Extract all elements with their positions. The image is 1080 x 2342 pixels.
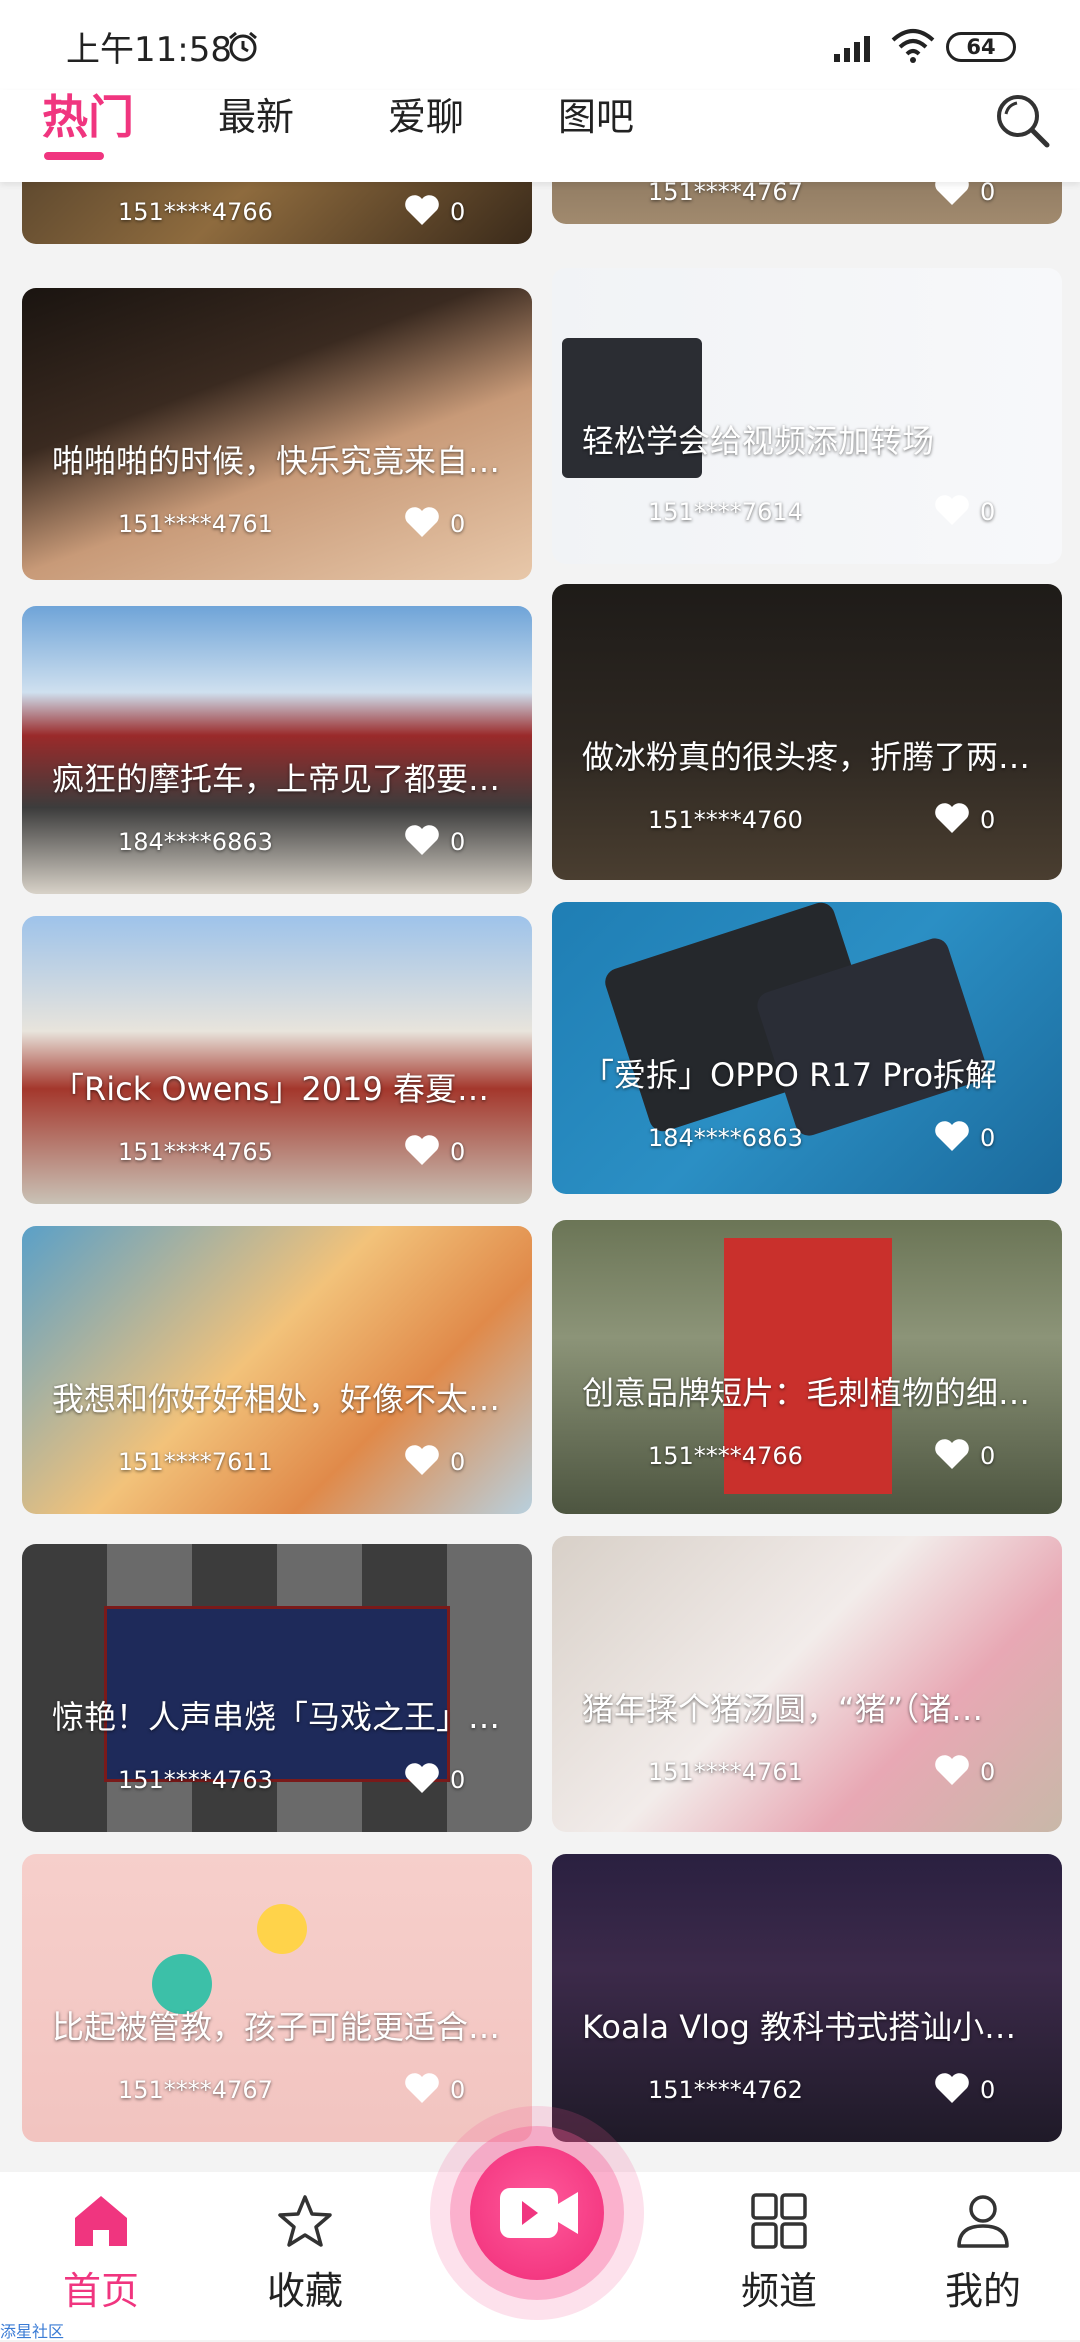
card-user: 151****4761 xyxy=(648,1758,803,1786)
nav-channels-label: 频道 xyxy=(740,2269,817,2313)
tab-chat[interactable]: 爱聊 xyxy=(388,90,464,144)
card-user: 184****6863 xyxy=(118,828,273,856)
card-user: 151****4766 xyxy=(118,198,273,226)
video-card[interactable]: 我想和你好好相处，好像不太… 151****7611 0 xyxy=(22,1226,532,1514)
battery-indicator: 64 xyxy=(946,32,1016,62)
card-user: 151****4765 xyxy=(118,1138,273,1166)
card-likes: 0 xyxy=(980,806,996,834)
heart-icon[interactable] xyxy=(934,182,970,206)
video-card[interactable]: 比起被管教，孩子可能更适合… 151****4767 0 xyxy=(22,1854,532,2142)
card-user: 151****4763 xyxy=(118,1766,273,1794)
nav-favorites[interactable]: 收藏 xyxy=(230,2192,380,2315)
heart-icon[interactable] xyxy=(404,824,440,856)
video-card[interactable]: 「Rick Owens」2019 春夏时装… 151****4765 0 xyxy=(22,916,532,1204)
card-title: 「Rick Owens」2019 春夏时装… xyxy=(52,1070,514,1108)
card-user: 184****6863 xyxy=(648,1124,803,1152)
video-card[interactable]: 惊艳！人声串烧「马戏之王」… 151****4763 0 xyxy=(22,1544,532,1832)
card-title: 我想和你好好相处，好像不太… xyxy=(52,1380,501,1418)
card-user: 151****4767 xyxy=(118,2076,273,2104)
video-card[interactable]: Koala Vlog 教科书式搭讪小姐姐 151****4762 0 xyxy=(552,1854,1062,2142)
card-user: 151****4760 xyxy=(648,806,803,834)
video-card[interactable]: 轻松学会给视频添加转场 151****7614 0 xyxy=(552,268,1062,564)
search-icon[interactable] xyxy=(992,90,1052,150)
video-feed: 151****4766 0 151****4767 0 啪啪啪的时候，快乐究竟来… xyxy=(0,182,1080,2172)
watermark: 添星社区 xyxy=(0,2322,65,2341)
heart-icon[interactable] xyxy=(934,1438,970,1470)
heart-icon[interactable] xyxy=(934,494,970,526)
card-title: 猪年揉个猪汤圆，“猪”（诸… xyxy=(582,1690,984,1728)
card-likes: 0 xyxy=(980,182,996,206)
card-user: 151****4762 xyxy=(648,2076,803,2104)
heart-icon[interactable] xyxy=(934,1754,970,1786)
heart-icon[interactable] xyxy=(404,1762,440,1794)
card-user: 151****7611 xyxy=(118,1448,273,1476)
card-likes: 0 xyxy=(450,2076,466,2104)
alarm-icon xyxy=(229,31,257,62)
active-tab-indicator xyxy=(44,152,104,160)
heart-icon[interactable] xyxy=(934,2072,970,2104)
decor-circle xyxy=(257,1904,307,1954)
card-title: 比起被管教，孩子可能更适合… xyxy=(52,2008,501,2046)
card-title: Koala Vlog 教科书式搭讪小姐姐 xyxy=(582,2008,1044,2046)
video-card[interactable]: 疯狂的摩托车，上帝见了都要… 184****6863 0 xyxy=(22,606,532,894)
card-likes: 0 xyxy=(980,1758,996,1786)
video-card[interactable]: 猪年揉个猪汤圆，“猪”（诸… 151****4761 0 xyxy=(552,1536,1062,1832)
card-user: 151****4761 xyxy=(118,510,273,538)
home-icon xyxy=(75,2196,127,2246)
nav-profile-label: 我的 xyxy=(944,2269,1021,2313)
nav-home-label: 首页 xyxy=(62,2269,139,2313)
card-likes: 0 xyxy=(450,828,466,856)
heart-icon[interactable] xyxy=(934,1120,970,1152)
heart-icon[interactable] xyxy=(404,2072,440,2104)
card-likes: 0 xyxy=(450,1138,466,1166)
heart-icon[interactable] xyxy=(404,506,440,538)
card-title: 惊艳！人声串烧「马戏之王」… xyxy=(52,1698,501,1736)
video-camera-icon xyxy=(500,2188,578,2238)
heart-icon[interactable] xyxy=(404,1134,440,1166)
card-likes: 0 xyxy=(980,1124,996,1152)
card-user: 151****7614 xyxy=(648,498,803,526)
video-card[interactable]: 创意品牌短片：毛刺植物的细… 151****4766 0 xyxy=(552,1220,1062,1514)
star-icon xyxy=(278,2195,332,2247)
heart-icon[interactable] xyxy=(404,194,440,226)
tab-gallery[interactable]: 图吧 xyxy=(558,90,634,144)
signal-icon xyxy=(834,36,870,62)
card-user: 151****4766 xyxy=(648,1442,803,1470)
record-button-core xyxy=(470,2146,604,2280)
nav-home[interactable]: 首页 xyxy=(26,2192,176,2315)
card-likes: 0 xyxy=(450,1766,466,1794)
video-card[interactable]: 啪啪啪的时候，快乐究竟来自… 151****4761 0 xyxy=(22,288,532,580)
heart-icon[interactable] xyxy=(404,1444,440,1476)
top-tab-bar: 热门 最新 爱聊 图吧 xyxy=(0,90,1080,182)
card-user: 151****4767 xyxy=(648,182,803,206)
tab-hot[interactable]: 热门 xyxy=(42,90,134,144)
card-title: 啪啪啪的时候，快乐究竟来自… xyxy=(52,442,501,480)
user-icon xyxy=(957,2195,1009,2248)
video-card[interactable]: 「爱拆」OPPO R17 Pro拆解 184****6863 0 xyxy=(552,902,1062,1194)
video-card[interactable]: 做冰粉真的很头疼，折腾了两… 151****4760 0 xyxy=(552,584,1062,880)
nav-favorites-label: 收藏 xyxy=(266,2269,343,2313)
record-video-button[interactable] xyxy=(430,2106,644,2320)
card-likes: 0 xyxy=(980,2076,996,2104)
tab-latest[interactable]: 最新 xyxy=(218,90,294,144)
card-title: 轻松学会给视频添加转场 xyxy=(582,422,935,460)
card-title: 创意品牌短片：毛刺植物的细… xyxy=(582,1374,1031,1412)
video-card[interactable]: 151****4766 0 xyxy=(22,182,532,244)
card-likes: 0 xyxy=(450,198,466,226)
status-time: 上午11:58 xyxy=(66,30,232,70)
card-title: 疯狂的摩托车，上帝见了都要… xyxy=(52,760,501,798)
wifi-icon xyxy=(891,29,935,63)
card-likes: 0 xyxy=(450,510,466,538)
nav-profile[interactable]: 我的 xyxy=(908,2192,1058,2315)
card-likes: 0 xyxy=(980,498,996,526)
video-card[interactable]: 151****4767 0 xyxy=(552,182,1062,224)
status-bar: 上午11:58 64 xyxy=(0,0,1080,90)
nav-channels[interactable]: 频道 xyxy=(704,2192,854,2315)
card-likes: 0 xyxy=(980,1442,996,1470)
card-title: 「爱拆」OPPO R17 Pro拆解 xyxy=(582,1056,998,1094)
grid-icon xyxy=(751,2193,807,2249)
card-title: 做冰粉真的很头疼，折腾了两… xyxy=(582,738,1031,776)
card-likes: 0 xyxy=(450,1448,466,1476)
heart-icon[interactable] xyxy=(934,802,970,834)
